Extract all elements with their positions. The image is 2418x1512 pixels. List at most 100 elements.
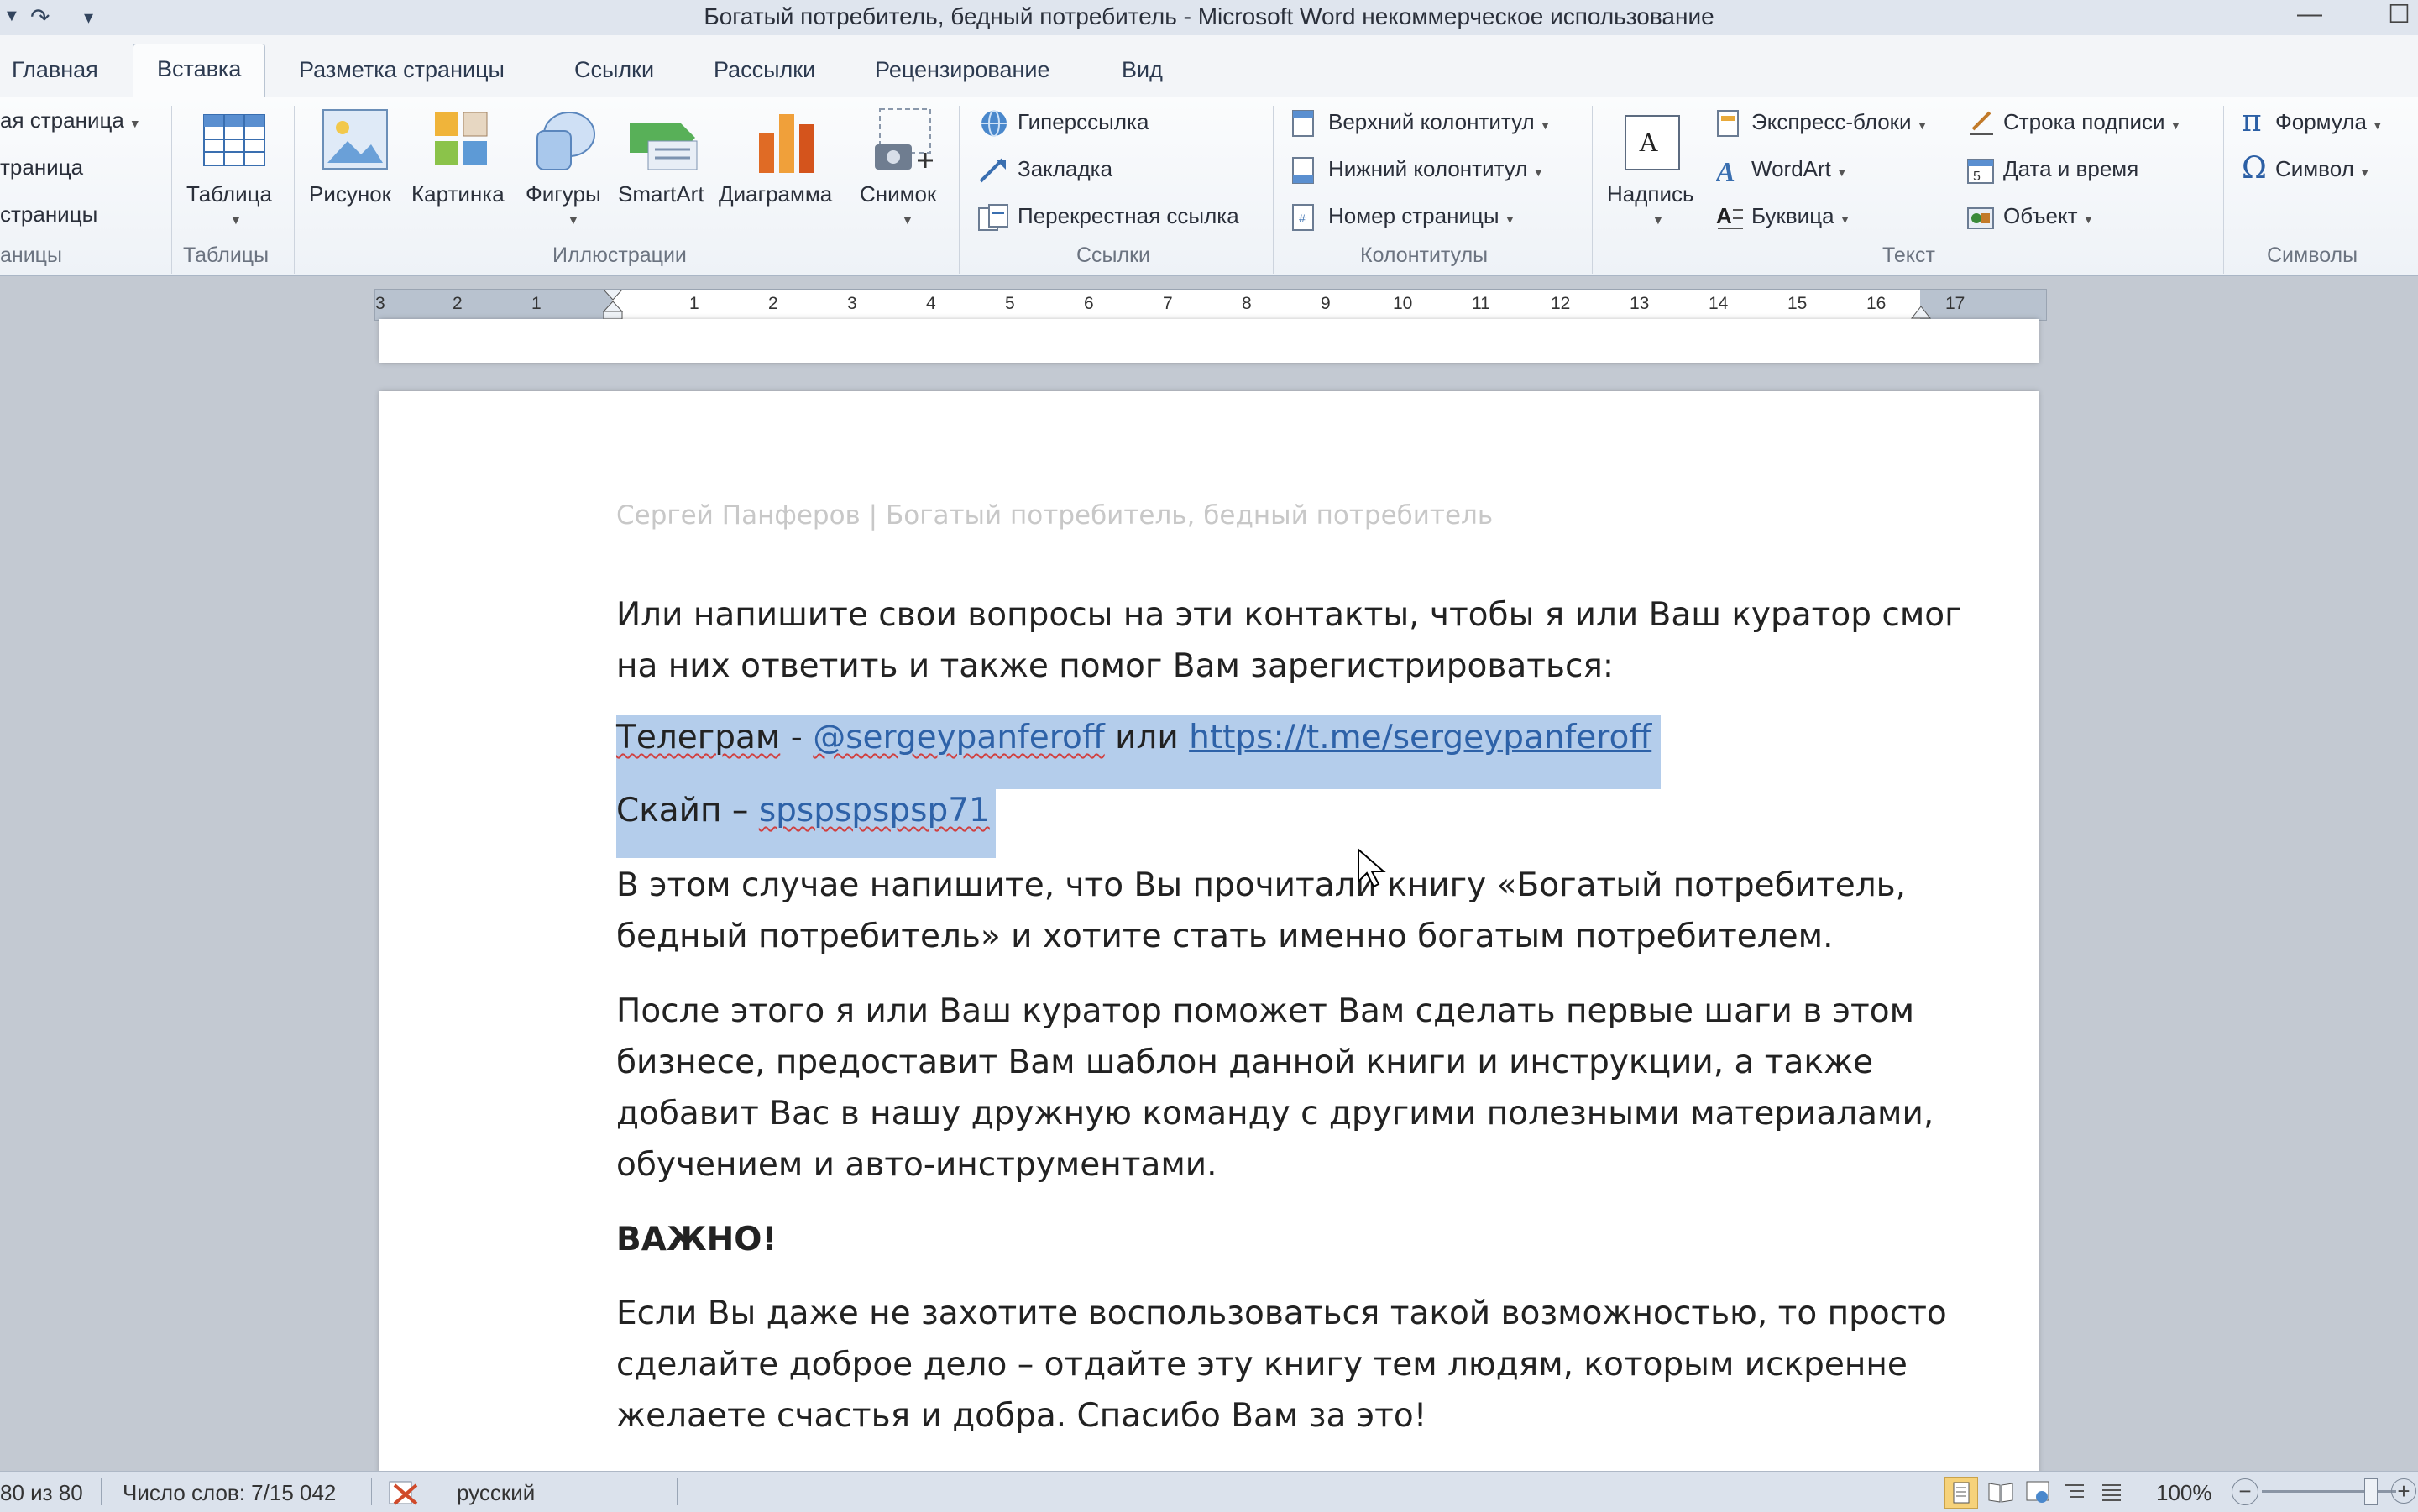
web-layout-icon	[2026, 1481, 2049, 1503]
minimize-button[interactable]: —	[2297, 0, 2322, 29]
ruler-tick-label: 12	[1551, 294, 1571, 313]
equation-label: Формула ▼	[2275, 109, 2384, 134]
full-screen-reading-view-button[interactable]	[1985, 1477, 2017, 1507]
status-bar: 80 из 80 Число слов: 7/15 042 русский 10…	[0, 1471, 2418, 1512]
paragraph-line: Или напишите свои вопросы на эти контакт…	[616, 596, 1962, 634]
draft-view-button[interactable]	[2096, 1477, 2128, 1507]
paragraph-line: После этого я или Ваш куратор поможет Ва…	[616, 992, 1915, 1030]
ruler-tick-label: 2	[768, 294, 778, 313]
tab-view[interactable]: Вид	[1122, 57, 1163, 83]
ruler-tick-label: 2	[453, 294, 463, 313]
document-page[interactable]: Сергей Панферов | Богатый потребитель, б…	[379, 391, 2039, 1474]
ribbon: ая страница ▼ траница страницы аницы Табл…	[0, 97, 2418, 276]
tab-insert[interactable]: Вставка	[133, 44, 266, 101]
signature-line-label: Строка подписи ▼	[2003, 109, 2182, 134]
chevron-down-icon: ▼	[230, 213, 242, 227]
group-tables-label: Таблицы	[183, 243, 270, 267]
group-separator	[1592, 106, 1593, 274]
language-indicator[interactable]: русский	[457, 1480, 535, 1506]
ruler-tick-label: 10	[1393, 294, 1413, 313]
skype-line: Скайп – spspspspsp71	[616, 785, 990, 836]
object-icon	[1967, 207, 1994, 229]
telegram-url-link[interactable]: https://t.me/sergeypanferoff	[1189, 719, 1651, 756]
quick-parts-label: Экспресс-блоки ▼	[1751, 109, 1929, 134]
cross-reference-label: Перекрестная ссылка	[1018, 203, 1239, 228]
ruler-right-margin	[1920, 290, 2046, 320]
svg-text:A: A	[1639, 127, 1658, 157]
right-indent-marker[interactable]	[1910, 301, 1932, 320]
group-separator	[171, 106, 172, 274]
telegram-handle[interactable]: @sergeypanferoff	[813, 719, 1105, 756]
zoom-slider-thumb[interactable]	[2364, 1478, 2378, 1505]
smartart-button[interactable]: SmartArt	[616, 104, 714, 238]
clipart-icon	[435, 112, 488, 165]
previous-page-bottom	[379, 319, 2039, 363]
header-icon	[1292, 110, 1314, 137]
screenshot-button[interactable]: Снимок ▼	[855, 104, 954, 238]
ruler-tick-label: 17	[1945, 294, 1965, 313]
tab-home[interactable]: Главная	[12, 57, 98, 83]
print-layout-view-button[interactable]	[1944, 1477, 1978, 1509]
shapes-button[interactable]: Фигуры ▼	[516, 104, 616, 238]
running-header: Сергей Панферов | Богатый потребитель, б…	[616, 500, 1494, 531]
proofing-icon[interactable]	[386, 1477, 423, 1507]
page-counter[interactable]: 80 из 80	[0, 1480, 83, 1506]
paragraph-line: сделайте доброе дело – отдайте эту книгу…	[616, 1346, 1908, 1384]
group-links-label: Ссылки	[1076, 243, 1151, 267]
calendar-icon: 5	[1967, 159, 1994, 184]
maximize-button[interactable]: ☐	[2388, 0, 2410, 29]
cross-reference-icon	[978, 204, 1008, 231]
print-layout-icon	[1953, 1482, 1970, 1504]
indent-marker[interactable]	[602, 290, 624, 320]
skype-handle[interactable]: spspspspsp71	[759, 792, 990, 829]
status-separator	[677, 1478, 678, 1505]
group-separator	[2223, 106, 2224, 274]
screenshot-label: Снимок	[860, 181, 937, 207]
chart-icon	[759, 114, 814, 173]
group-text-label: Текст	[1882, 243, 1935, 267]
word-count[interactable]: Число слов: 7/15 042	[123, 1480, 336, 1506]
ruler-tick-label: 9	[1321, 294, 1331, 313]
tab-references[interactable]: Ссылки	[574, 57, 654, 83]
clipart-button[interactable]: Картинка	[408, 104, 512, 238]
group-header-footer-label: Колонтитулы	[1360, 243, 1489, 267]
outline-view-button[interactable]	[2059, 1477, 2091, 1507]
ruler-tick-label: 1	[689, 294, 699, 313]
wordart-label: WordArt ▼	[1751, 156, 1848, 181]
group-separator	[959, 106, 960, 274]
table-label: Таблица	[186, 181, 272, 207]
picture-button[interactable]: Рисунок	[306, 104, 406, 238]
dash: –	[721, 792, 759, 829]
zoom-level[interactable]: 100%	[2156, 1480, 2212, 1506]
cover-page-button[interactable]: ая страница ▼	[0, 107, 141, 133]
status-separator	[101, 1478, 102, 1505]
page-break-button[interactable]: страницы	[0, 201, 97, 228]
ruler-tick-label: 16	[1866, 294, 1887, 313]
or-text: или	[1104, 719, 1190, 756]
chevron-down-icon: ▼	[902, 213, 913, 227]
dropcap-label: Буквица ▼	[1751, 203, 1851, 228]
chart-button[interactable]: Диаграмма	[717, 104, 851, 238]
table-button[interactable]: Таблица ▼	[181, 104, 287, 238]
horizontal-ruler[interactable]: 3 2 1 1 2 3 4 5 6 7 8 9 10 11 12 13 14 1…	[374, 289, 2047, 321]
telegram-line: Телеграм - @sergeypanferoff или https://…	[616, 712, 1651, 763]
tab-review[interactable]: Рецензирование	[875, 57, 1050, 83]
skype-label: Скайп	[616, 792, 722, 829]
zoom-out-button[interactable]: −	[2232, 1478, 2258, 1505]
symbol-label: Символ ▼	[2275, 156, 2371, 181]
dash: -	[780, 719, 814, 756]
tab-page-layout[interactable]: Разметка страницы	[299, 57, 505, 83]
paragraph-line: обучением и авто-инструментами.	[616, 1146, 1217, 1184]
textbox-button[interactable]: A Надпись ▼	[1604, 104, 1704, 238]
blank-page-button[interactable]: траница	[0, 154, 83, 180]
chevron-down-icon: ▼	[1652, 213, 1664, 227]
ruler-tick-label: 13	[1630, 294, 1650, 313]
picture-label: Рисунок	[309, 181, 392, 207]
svg-text:5: 5	[1973, 170, 1981, 184]
tab-mailings[interactable]: Рассылки	[714, 57, 815, 83]
group-separator	[294, 106, 295, 274]
web-layout-view-button[interactable]	[2022, 1477, 2054, 1507]
ruler-tick-label: 14	[1709, 294, 1729, 313]
zoom-in-button[interactable]: +	[2391, 1478, 2416, 1504]
outline-icon	[2065, 1484, 2084, 1498]
